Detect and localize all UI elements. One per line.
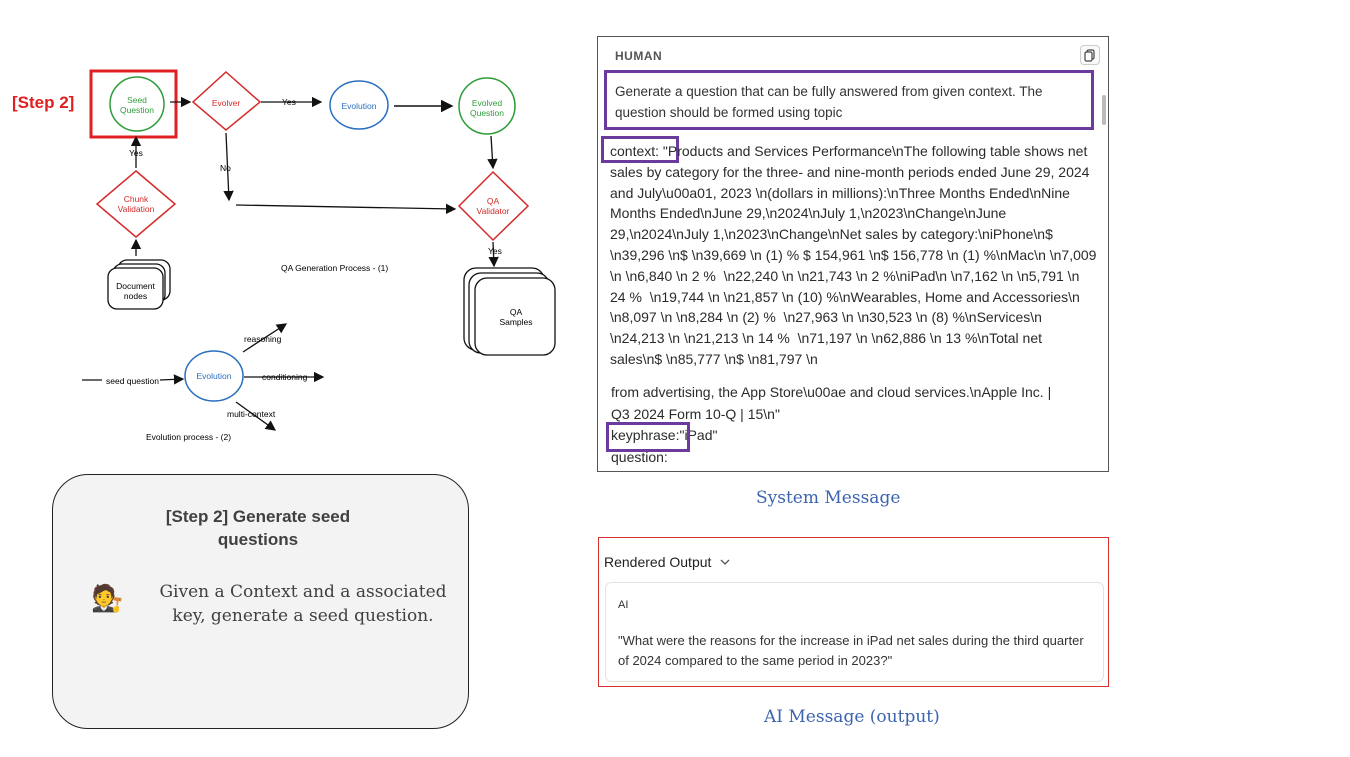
evolved-question-label: Evolved Question xyxy=(469,98,505,118)
evolution-label: Evolution xyxy=(341,101,377,111)
human-label: HUMAN xyxy=(615,49,663,63)
edge-reasoning: reasoning xyxy=(244,334,282,344)
ai-message-text: "What were the reasons for the increase … xyxy=(618,633,1084,668)
seed-question-label: Seed Question xyxy=(119,95,155,115)
human-message-panel: HUMAN Generate a question that can be fu… xyxy=(597,36,1109,472)
qa-samples-label: QA Samples xyxy=(499,307,533,327)
system-message-caption: System Message xyxy=(756,488,901,508)
edge-multi-context: multi-context xyxy=(227,409,276,419)
edge-yes-left: Yes xyxy=(129,148,143,158)
chunk-validation-label: Chunk Validation xyxy=(117,194,155,214)
ai-message-box: AI "What were the reasons for the increa… xyxy=(605,582,1104,682)
edge-no: No xyxy=(220,163,231,173)
qa-flow-diagram xyxy=(82,69,556,431)
prompt-text: Generate a question that can be fully an… xyxy=(615,84,1043,120)
ai-message-caption: AI Message (output) xyxy=(764,707,940,727)
context-label: context: xyxy=(610,143,660,159)
edge-yes-top: Yes xyxy=(282,97,296,107)
rendered-output-toggle[interactable]: Rendered Output xyxy=(604,554,731,570)
card-title: [Step 2] Generate seed questions xyxy=(165,507,351,549)
arrow-seed-question-in-2 xyxy=(159,374,185,385)
keyphrase-highlight-box xyxy=(606,422,690,452)
qa-process-caption: QA Generation Process - (1) xyxy=(281,263,389,273)
evolver-label: Evolver xyxy=(211,98,241,108)
context-text: context: "Products and Services Performa… xyxy=(610,141,1098,370)
scrollbar[interactable] xyxy=(1102,95,1106,125)
document-nodes-label: Document nodes xyxy=(116,281,155,301)
qa-validator-label: QA Validator xyxy=(476,196,510,216)
ai-label: AI xyxy=(618,599,629,611)
arrow-no-to-validator xyxy=(235,203,457,215)
copy-icon xyxy=(1084,49,1095,62)
arrow-evolved-to-validator xyxy=(487,135,498,170)
edge-conditioning: conditioning xyxy=(262,372,308,382)
card-body: Given a Context and a associated key, ge… xyxy=(159,582,447,626)
evolution-process-caption: Evolution process - (2) xyxy=(146,432,232,442)
rendered-output-title: Rendered Output xyxy=(604,554,712,570)
copy-button[interactable] xyxy=(1080,45,1100,65)
edge-seed-question: seed question xyxy=(106,376,159,386)
evolution-process-label: Evolution xyxy=(196,371,232,381)
chevron-down-icon xyxy=(720,559,730,565)
step-description-card: [Step 2] Generate seed questions 🧑‍⚖️ Gi… xyxy=(52,474,469,729)
context-value: "Products and Services Performance\nThe … xyxy=(610,143,1101,367)
person-icon: 🧑‍⚖️ xyxy=(91,583,124,613)
edge-yes-right: Yes xyxy=(488,246,502,256)
tail-line-1: from advertising, the App Store\u00ae an… xyxy=(611,384,1052,400)
rendered-output-panel: Rendered Output AI "What were the reason… xyxy=(598,537,1109,687)
